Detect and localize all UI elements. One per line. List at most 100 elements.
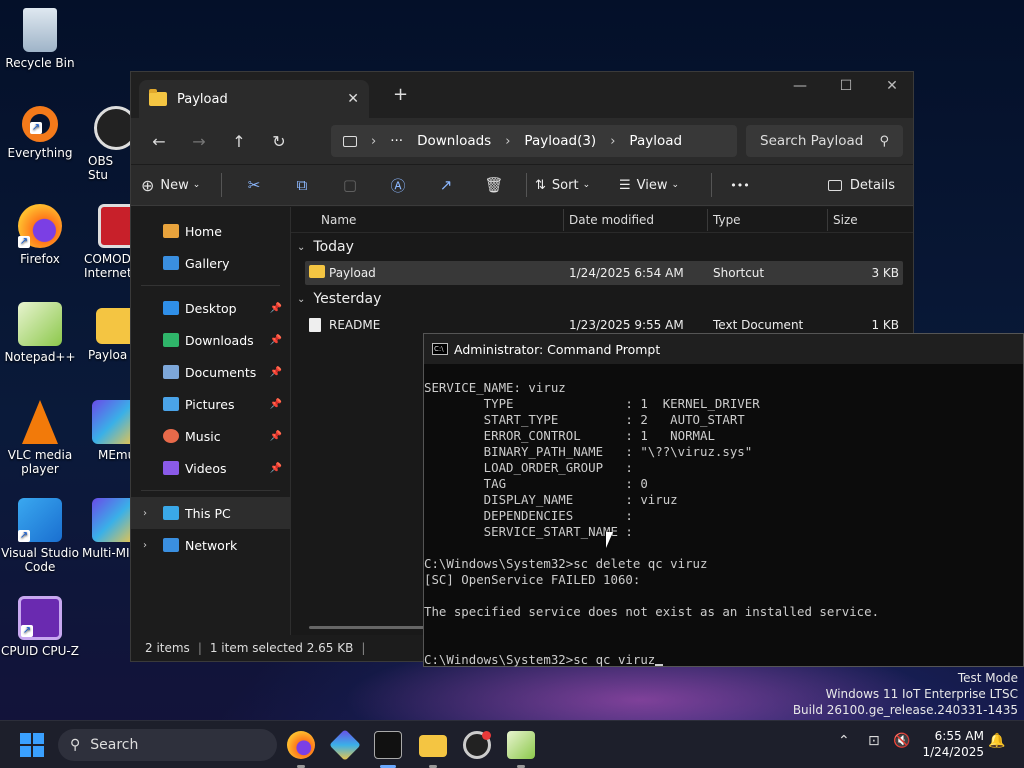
start-button[interactable]	[20, 733, 44, 757]
toolbar-divider	[711, 173, 712, 197]
explorer-tab-payload[interactable]: Payload ✕	[139, 80, 369, 118]
show-hidden-icons-chevron-icon[interactable]: ⌃	[838, 733, 850, 749]
command-prompt-window[interactable]: C:\ Administrator: Command Prompt SERVIC…	[423, 333, 1024, 667]
desktop-icon-memu[interactable]: MEmu	[86, 400, 130, 462]
share-icon[interactable]: ↗	[422, 176, 470, 194]
cmd-prompt-line[interactable]: C:\Windows\System32>sc qc viruz	[424, 652, 1023, 668]
sidebar-item-downloads[interactable]: Downloads 📌	[131, 324, 290, 356]
delete-icon[interactable]: 🗑	[470, 176, 518, 194]
details-button[interactable]: Details	[827, 178, 895, 193]
taskbar-memu[interactable]	[329, 729, 361, 761]
new-button[interactable]: ⊕ New ⌄	[141, 176, 213, 195]
group-today[interactable]: ⌄ Today	[291, 233, 913, 261]
view-button[interactable]: ☰ View ⌄	[619, 178, 703, 193]
sidebar-item-pictures[interactable]: Pictures 📌	[131, 388, 290, 420]
home-icon	[163, 224, 179, 238]
tab-close-icon[interactable]: ✕	[347, 91, 359, 107]
sidebar-item-documents[interactable]: Documents 📌	[131, 356, 290, 388]
chevron-down-icon: ⌄	[192, 180, 201, 190]
sidebar-item-music[interactable]: Music 📌	[131, 420, 290, 452]
column-divider[interactable]	[827, 209, 828, 231]
taskbar-cmd[interactable]	[374, 731, 402, 759]
close-button[interactable]: ✕	[869, 78, 915, 94]
desktop-icon-label: MEmu	[98, 448, 130, 462]
desktop-icon-everything[interactable]: ↗ Everything	[0, 106, 80, 160]
breadcrumb-payload[interactable]: Payload	[629, 133, 682, 149]
desktop-icon-cpuz[interactable]: ↗ CPUID CPU-Z	[0, 596, 80, 658]
rename-icon[interactable]: Ⓐ	[374, 175, 422, 196]
chevron-right-icon: ›	[505, 133, 511, 149]
vlc-icon	[22, 400, 58, 444]
back-button[interactable]: ←	[139, 132, 179, 151]
taskbar-search[interactable]: ⚲ Search	[58, 729, 277, 761]
address-bar[interactable]: › ··· Downloads › Payload(3) › Payload	[331, 125, 737, 157]
sidebar-item-label: Network	[185, 537, 238, 553]
desktop-icon-vscode[interactable]: ↗ Visual Studio Code	[0, 498, 80, 574]
desktop-icon	[163, 301, 179, 315]
volume-muted-icon[interactable]: 🔇	[893, 733, 910, 749]
column-type[interactable]: Type	[713, 213, 741, 227]
chevron-right-icon[interactable]: ›	[143, 508, 147, 519]
refresh-button[interactable]: ↻	[259, 132, 299, 151]
taskbar-file-explorer[interactable]	[419, 735, 447, 757]
paste-icon[interactable]: ▢	[326, 176, 374, 194]
sidebar-item-label: Documents	[185, 364, 257, 380]
windows-logo-icon	[20, 746, 31, 757]
desktop-icon-label: COMOD Internet S	[84, 252, 130, 280]
breadcrumb-payload3[interactable]: Payload(3)	[524, 133, 596, 149]
monitor-icon	[343, 135, 357, 147]
cut-icon[interactable]: ✂	[230, 176, 278, 194]
taskbar-firefox[interactable]	[287, 731, 315, 759]
search-placeholder: Search Payload	[760, 133, 864, 149]
chevron-right-icon[interactable]: ›	[143, 540, 147, 551]
desktop-icon-obs[interactable]: OBS Stu	[78, 106, 130, 182]
table-row[interactable]: Payload 1/24/2025 6:54 AM Shortcut 3 KB	[305, 261, 903, 285]
desktop-icon-multi-memu[interactable]: Multi-MI	[82, 498, 130, 560]
cmd-title: Administrator: Command Prompt	[454, 341, 661, 357]
notification-bell-icon[interactable]: 🔔	[988, 733, 1005, 749]
sidebar-item-gallery[interactable]: Gallery	[131, 247, 290, 279]
network-status-icon[interactable]: ⊡	[868, 733, 880, 749]
desktop-icon-recycle-bin[interactable]: Recycle Bin	[0, 8, 80, 70]
sort-icon: ⇅	[535, 177, 546, 193]
minimize-button[interactable]: —	[777, 78, 823, 94]
breadcrumb-downloads[interactable]: Downloads	[417, 133, 491, 149]
sidebar-item-home[interactable]: Home	[131, 215, 290, 247]
sidebar-item-desktop[interactable]: Desktop 📌	[131, 292, 290, 324]
desktop-icon-label: Recycle Bin	[5, 56, 75, 70]
desktop-icon-payload-folder[interactable]: Payloa	[88, 302, 130, 362]
cmd-title-bar[interactable]: C:\ Administrator: Command Prompt	[424, 334, 1023, 364]
cmd-line: The specified service does not exist as …	[424, 604, 880, 619]
column-size[interactable]: Size	[833, 213, 858, 227]
column-divider[interactable]	[563, 209, 564, 231]
maximize-button[interactable]: ☐	[823, 78, 869, 94]
desktop-icon-notepadpp[interactable]: Notepad++	[0, 302, 80, 364]
more-options-button[interactable]: •••	[720, 179, 760, 192]
new-tab-button[interactable]: +	[393, 84, 408, 105]
comodo-icon	[98, 204, 130, 248]
notepadpp-icon	[18, 302, 62, 346]
breadcrumb-more[interactable]: ···	[390, 133, 403, 149]
chevron-down-icon: ⌄	[582, 180, 591, 190]
group-yesterday[interactable]: ⌄ Yesterday	[291, 285, 913, 313]
column-divider[interactable]	[707, 209, 708, 231]
sort-button[interactable]: ⇅ Sort ⌄	[535, 178, 619, 193]
sidebar-item-network[interactable]: › Network	[131, 529, 290, 561]
forward-button[interactable]: →	[179, 132, 219, 151]
downloads-icon	[163, 333, 179, 347]
desktop-icon-firefox[interactable]: ↗ Firefox	[0, 204, 80, 266]
desktop-icon-comodo[interactable]: COMOD Internet S	[80, 204, 130, 280]
column-name[interactable]: Name	[321, 213, 356, 227]
up-button[interactable]: ↑	[219, 132, 259, 151]
cmd-output[interactable]: SERVICE_NAME: viruz TYPE : 1 KERNEL_DRIV…	[424, 364, 1023, 668]
file-name: README	[329, 318, 381, 332]
copy-icon[interactable]: ⧉	[278, 176, 326, 194]
column-date-modified[interactable]: Date modified	[569, 213, 654, 227]
search-input[interactable]: Search Payload ⚲	[746, 125, 903, 157]
desktop-icon-vlc[interactable]: VLC media player	[0, 400, 80, 476]
system-clock[interactable]: 6:55 AM 1/24/2025	[922, 728, 984, 760]
taskbar-notepadpp[interactable]	[507, 731, 535, 759]
sidebar-item-this-pc[interactable]: › This PC	[131, 497, 290, 529]
cmd-line	[424, 540, 1023, 556]
sidebar-item-videos[interactable]: Videos 📌	[131, 452, 290, 484]
